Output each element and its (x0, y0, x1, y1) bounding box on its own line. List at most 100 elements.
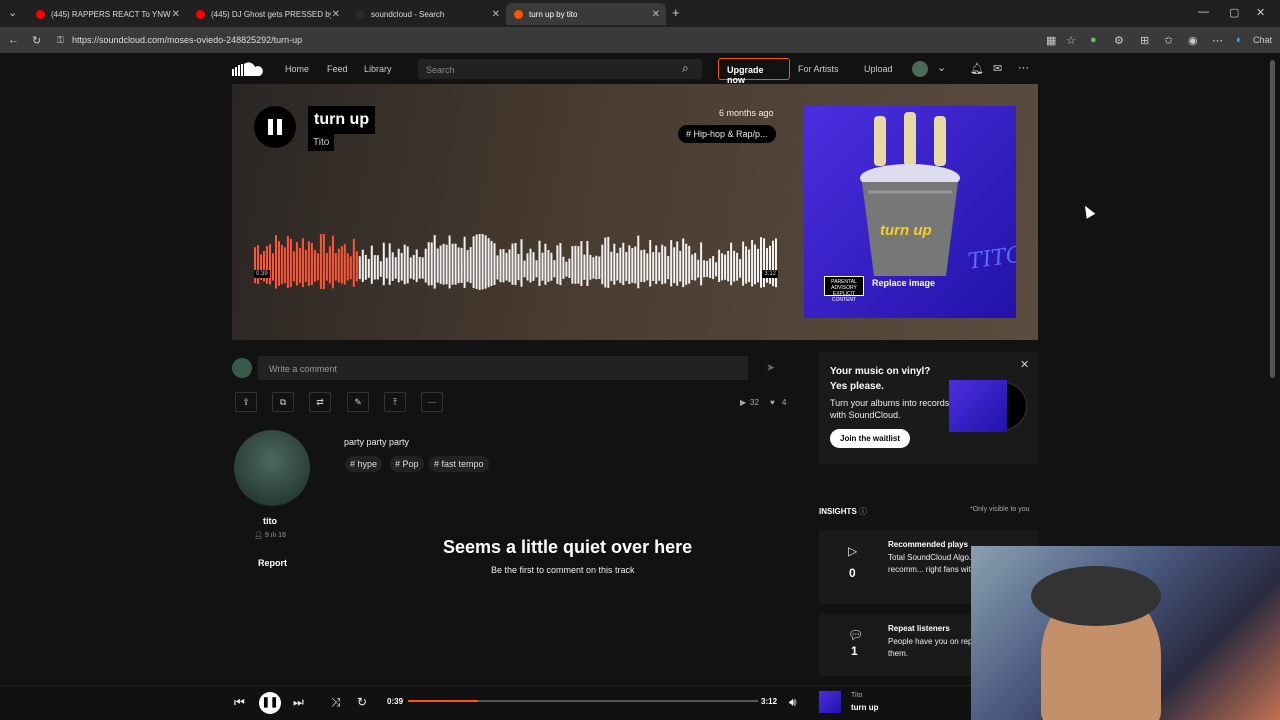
waveform-bar (724, 254, 727, 280)
favorites-icon[interactable]: ✩ (1164, 34, 1173, 47)
more-icon[interactable]: ⋯ (1212, 34, 1223, 47)
back-icon[interactable]: ← (8, 34, 19, 46)
chat-label[interactable]: Chat (1253, 35, 1272, 45)
previous-icon[interactable]: ⏮ (234, 695, 245, 710)
promote-button[interactable]: ⤒ (384, 392, 406, 412)
edit-button[interactable]: ✎ (347, 392, 369, 412)
extension-icon[interactable]: ● (1090, 34, 1097, 46)
mail-icon[interactable]: ✉ (993, 62, 1002, 75)
waveform[interactable]: 0:39 3:12 (254, 232, 778, 294)
nav-upload[interactable]: Upload (864, 64, 893, 74)
search-input[interactable]: Search (418, 59, 702, 79)
volume-icon[interactable]: 🔊︎ (789, 695, 797, 710)
waveform-bar (523, 260, 526, 278)
new-tab-icon[interactable]: + (672, 5, 680, 20)
tracks-count: 18 (278, 532, 286, 539)
close-icon[interactable]: ✕ (172, 9, 180, 20)
waveform-bar (484, 235, 487, 289)
upgrade-button[interactable]: Upgrade now (718, 58, 790, 85)
more-button[interactable]: ⋯ (421, 392, 443, 412)
nav-home[interactable]: Home (285, 64, 309, 74)
tab-list-icon[interactable]: ⌄ (8, 6, 17, 19)
repost-button[interactable]: ⇄ (309, 392, 331, 412)
join-waitlist-button[interactable]: Join the waitlist (830, 429, 911, 448)
bell-icon[interactable]: 🔔︎ (970, 62, 984, 75)
track-artist[interactable]: Tito (308, 134, 335, 151)
shuffle-icon[interactable]: ⤨ (331, 695, 341, 710)
star-icon[interactable]: ☆ (1066, 34, 1076, 47)
waveform-bar (394, 257, 397, 279)
repeat-icon[interactable]: ↻ (357, 695, 367, 709)
waveform-bar (577, 246, 580, 284)
waveform-bar (550, 252, 553, 281)
progress-bar[interactable] (408, 700, 758, 702)
avatar[interactable] (912, 61, 928, 77)
profile-icon[interactable]: ◉ (1188, 34, 1198, 47)
nav-library[interactable]: Library (364, 64, 392, 74)
minimize-icon[interactable]: — (1198, 6, 1209, 18)
split-icon[interactable]: ⊞ (1140, 34, 1149, 47)
tab-3[interactable]: soundcloud - Search ✕ (348, 3, 506, 25)
waveform-bar (736, 252, 739, 281)
now-playing-artist[interactable]: Tito (851, 692, 862, 699)
chevron-down-icon[interactable]: ⌄ (937, 61, 946, 74)
report-button[interactable]: Report (258, 558, 287, 568)
close-icon[interactable]: ✕ (1020, 358, 1029, 371)
waveform-bar (688, 245, 691, 284)
followers-count: 9 (264, 532, 269, 539)
app-icon[interactable]: ▦ (1046, 34, 1056, 47)
followers-icon: 👤︎ (254, 532, 263, 539)
share-button[interactable]: ⇪ (235, 392, 257, 412)
close-icon[interactable]: ✕ (332, 9, 340, 20)
waveform-bar (676, 241, 679, 286)
window-close-icon[interactable]: ✕ (1256, 6, 1265, 19)
tag-hype[interactable]: # hype (345, 456, 383, 472)
send-icon[interactable]: ➤ (766, 361, 775, 374)
reload-icon[interactable]: ↻ (32, 34, 41, 47)
close-icon[interactable]: ✕ (652, 9, 660, 20)
waveform-bar (400, 252, 403, 281)
next-icon[interactable]: ⏭ (293, 695, 304, 710)
track-hero: turn up Tito 6 months ago # Hip-hop & Ra… (232, 84, 1038, 340)
info-icon[interactable]: ⓘ (859, 507, 867, 516)
soundcloud-logo-icon[interactable] (232, 61, 264, 77)
waveform-bar (697, 259, 700, 278)
more-icon[interactable]: ⋯ (1018, 61, 1029, 74)
pause-button[interactable] (254, 106, 296, 148)
tag-pop[interactable]: # Pop (390, 456, 424, 472)
scrollbar[interactable] (1270, 60, 1275, 378)
waveform-bar (544, 243, 547, 285)
waveform-bar (592, 257, 595, 279)
waveform-bar (637, 235, 640, 289)
waveform-bar (535, 260, 538, 278)
close-icon[interactable]: ✕ (492, 9, 500, 20)
waveform-bar (616, 253, 619, 281)
artist-avatar[interactable] (234, 430, 310, 506)
maximize-icon[interactable]: ▢ (1229, 6, 1239, 19)
artist-name[interactable]: tito (263, 516, 277, 526)
copilot-icon[interactable]: ◐ (1236, 34, 1243, 46)
search-icon[interactable]: ⌕ (682, 61, 689, 76)
url-field[interactable]: https://soundcloud.com/moses-oviedo-2488… (72, 35, 302, 45)
browser-tab-bar: ⌄ (445) RAPPERS REACT To YNW M... ✕ (445… (0, 0, 1280, 27)
tab-2[interactable]: (445) DJ Ghost gets PRESSED by a... ✕ (188, 3, 346, 25)
tag-fast-tempo[interactable]: # fast tempo (429, 456, 489, 472)
puzzle-icon[interactable]: ⚙ (1114, 34, 1124, 47)
genre-tag[interactable]: # Hip-hop & Rap/p... (678, 125, 776, 143)
now-playing-thumbnail[interactable] (819, 691, 841, 713)
waveform-bar (403, 244, 406, 285)
tab-1[interactable]: (445) RAPPERS REACT To YNW M... ✕ (28, 3, 186, 25)
waveform-bar (661, 244, 664, 285)
now-playing-title[interactable]: turn up (851, 703, 879, 712)
waveform-bar (457, 247, 460, 284)
artist-stats: 👤︎ 9 ılı 18 (254, 531, 286, 539)
copy-link-button[interactable]: ⧉ (272, 392, 294, 412)
waveform-bar (343, 244, 346, 285)
comment-input[interactable]: Write a comment (258, 356, 748, 380)
replace-image-button[interactable]: Replace image (872, 278, 935, 288)
nav-feed[interactable]: Feed (327, 64, 348, 74)
waveform-bar (388, 243, 391, 285)
nav-for-artists[interactable]: For Artists (798, 64, 839, 74)
tab-4-active[interactable]: turn up by tito ✕ (506, 3, 666, 25)
pause-button[interactable]: ❚❚ (259, 692, 281, 714)
